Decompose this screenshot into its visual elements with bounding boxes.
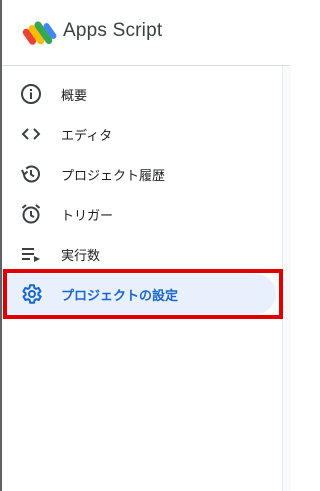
sidebar-item-label: トリガー — [61, 209, 114, 224]
info-icon — [21, 84, 41, 104]
alarm-icon — [21, 204, 41, 224]
sidebar-item-label: エディタ — [61, 129, 113, 144]
apps-script-logo — [22, 21, 57, 45]
sidebar-item-project-history[interactable]: プロジェクト履歴 — [6, 154, 276, 194]
executions-icon — [22, 248, 40, 262]
history-icon — [21, 165, 40, 183]
sidebar-item-label: 実行数 — [61, 249, 101, 264]
sidebar-item-executions[interactable]: 実行数 — [6, 234, 276, 274]
highlight-annotation — [3, 269, 283, 319]
editor-edge — [282, 66, 291, 491]
sidebar-item-overview[interactable]: 概要 — [6, 74, 276, 114]
sidebar-item-label: 概要 — [61, 89, 88, 104]
sidebar-item-editor[interactable]: エディタ — [6, 114, 276, 154]
window-edge — [0, 0, 2, 491]
sidebar-item-triggers[interactable]: トリガー — [6, 194, 276, 234]
code-icon — [21, 128, 41, 140]
app-header: Apps Script — [2, 0, 290, 66]
app-title[interactable]: Apps Script — [63, 20, 162, 42]
sidebar-item-label: プロジェクト履歴 — [61, 169, 166, 184]
